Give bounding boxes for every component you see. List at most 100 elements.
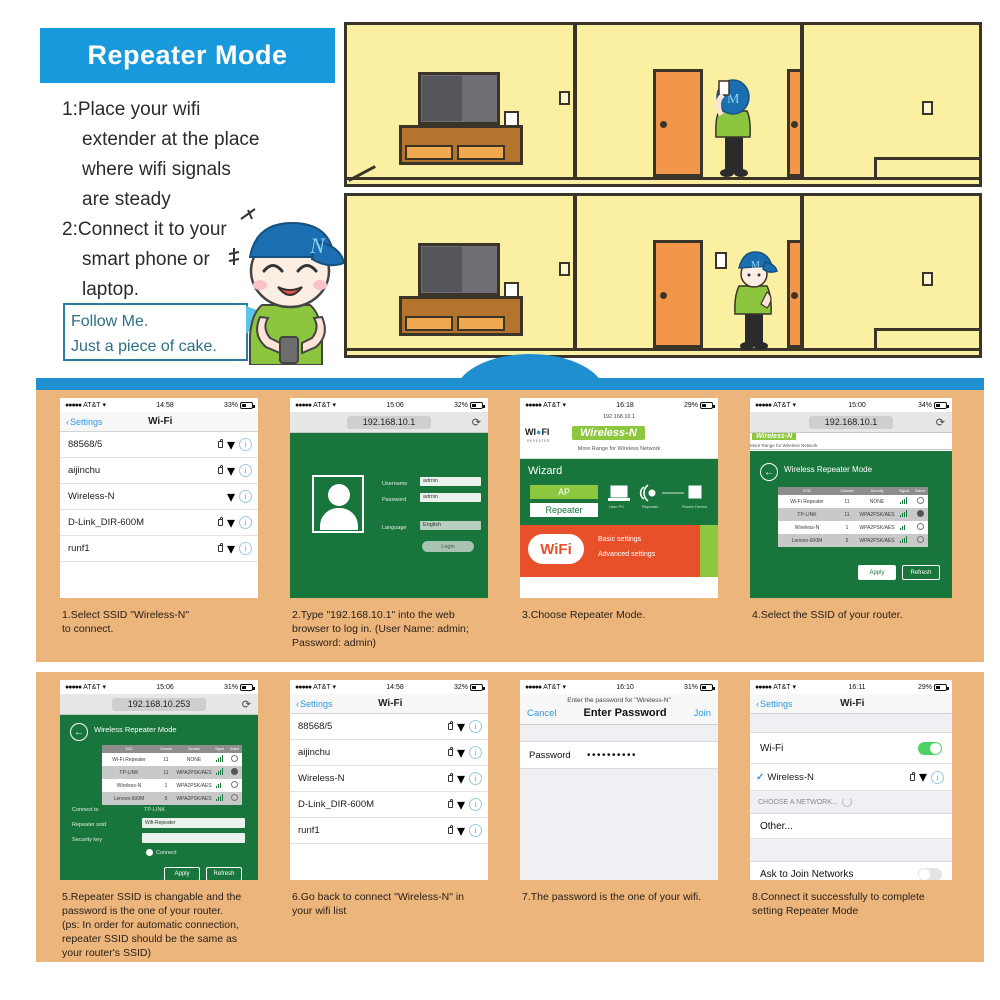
- browser-address-bar-4[interactable]: 192.168.10.1 ⟳: [750, 412, 952, 433]
- table-row[interactable]: TP-LINK 11 WPA2PSK/AES: [778, 508, 928, 521]
- clock-8: 16:11: [848, 683, 866, 691]
- info-icon[interactable]: i: [239, 542, 252, 555]
- caption-5: 5.Repeater SSID is changable and the pas…: [62, 891, 242, 959]
- url-text-2[interactable]: 192.168.10.1: [346, 415, 432, 429]
- list-item-wireless-n[interactable]: Wireless-N ▾ i: [60, 484, 258, 510]
- refresh-button-4[interactable]: Refresh: [902, 565, 940, 580]
- select-radio[interactable]: [916, 497, 924, 504]
- reload-icon[interactable]: ⟳: [936, 416, 945, 429]
- language-select[interactable]: English: [420, 521, 481, 530]
- caption-8: 8.Connect it successfully to complete se…: [752, 891, 925, 917]
- join-button-7[interactable]: Join: [694, 708, 711, 719]
- reload-icon[interactable]: ⟳: [242, 698, 251, 711]
- username-input[interactable]: admin: [420, 477, 481, 486]
- url-text-3[interactable]: 192.168.10.1: [520, 412, 718, 422]
- list-item[interactable]: D-Link_DIR-600M ▾ i: [60, 510, 258, 536]
- url-text-5[interactable]: 192.168.10.253: [111, 697, 207, 711]
- browser-address-bar-2[interactable]: 192.168.10.1 ⟳: [290, 412, 488, 433]
- apply-button-4[interactable]: Apply: [858, 565, 896, 580]
- login-button[interactable]: Login: [422, 541, 474, 552]
- advanced-settings-link[interactable]: Advanced settings: [598, 551, 655, 558]
- step-panel-8: ●●●●● AT&T ▾ 16:11 29% ‹ Settings Wi-Fi: [734, 672, 966, 962]
- apply-button-5[interactable]: Apply: [164, 867, 200, 880]
- wifi-signal-icon: ▾: [226, 488, 235, 506]
- lock-icon: [447, 721, 453, 730]
- cell-channel: 11: [163, 756, 169, 763]
- battery-icon-8: [933, 683, 949, 691]
- cancel-button-7[interactable]: Cancel: [527, 708, 557, 719]
- cell-channel: 5: [164, 795, 168, 802]
- list-item-wireless-n[interactable]: Wireless-N ▾ i: [290, 766, 488, 792]
- list-item[interactable]: runf1 ▾ i: [290, 818, 488, 844]
- table-row[interactable]: Wi-Fi Repeater 11 NONE: [778, 495, 928, 508]
- ask-to-join-toggle[interactable]: [918, 867, 942, 880]
- reload-icon[interactable]: ⟳: [472, 416, 481, 429]
- signal-dots-icon: ●●●●●: [65, 401, 82, 409]
- nav-title-8: Wi-Fi: [840, 698, 865, 709]
- info-icon[interactable]: i: [239, 516, 252, 529]
- list-item[interactable]: 88568/5 ▾ i: [60, 432, 258, 458]
- list-item[interactable]: runf1 ▾ i: [60, 536, 258, 562]
- back-to-settings-button-8[interactable]: ‹ Settings: [756, 699, 793, 709]
- mode-button-ap[interactable]: AP: [530, 485, 598, 499]
- select-radio-selected[interactable]: [231, 768, 238, 775]
- info-icon[interactable]: i: [931, 770, 944, 784]
- browser-address-bar-5[interactable]: 192.168.10.253 ⟳: [60, 694, 258, 715]
- back-arrow-icon-4[interactable]: ←: [760, 463, 778, 481]
- table-row[interactable]: Wi-Fi Repeater 11 NONE: [102, 753, 242, 766]
- ask-to-join-row[interactable]: Ask to Join Networks: [750, 861, 952, 880]
- security-key-input[interactable]: [142, 833, 245, 843]
- cell-security: WPA2PSK/AES: [859, 537, 895, 544]
- refresh-button-5[interactable]: Refresh: [206, 867, 242, 880]
- back-arrow-icon-5[interactable]: ←: [70, 723, 88, 741]
- password-field-value[interactable]: ••••••••••: [587, 750, 637, 761]
- back-to-settings-button-1[interactable]: ‹ Settings: [66, 417, 103, 427]
- info-icon[interactable]: i: [469, 720, 482, 733]
- status-bar-2: ●●●●● AT&T ▾ 15:06 32%: [290, 398, 488, 412]
- other-network-row[interactable]: Other...: [750, 813, 952, 839]
- steps-row-2: ●●●●● AT&T ▾ 15:06 31% 192.168.10.253 ⟳ …: [36, 672, 984, 962]
- battery-percent-5: 31%: [223, 683, 238, 691]
- repeater-ssid-input[interactable]: Wifi-Repeater: [142, 818, 245, 828]
- list-item[interactable]: aijinchu ▾ i: [290, 740, 488, 766]
- url-text-4[interactable]: 192.168.10.1: [808, 415, 894, 429]
- back-to-settings-button-6[interactable]: ‹ Settings: [296, 699, 333, 709]
- ssid-label: Wireless-N: [68, 491, 115, 502]
- status-bar-3: ●●●●● AT&T ▾ 16:18 29%: [520, 398, 718, 412]
- info-icon[interactable]: i: [239, 438, 252, 451]
- instruction-line-7: laptop.: [82, 279, 140, 300]
- wifi-toggle-switch[interactable]: [918, 741, 942, 755]
- table-row[interactable]: TP-LINK 11 WPA2PSK/AES: [102, 766, 242, 779]
- ssid-label: 88568/5: [68, 439, 103, 450]
- dialog-title-7: Enter Password: [583, 707, 667, 719]
- info-icon[interactable]: i: [239, 464, 252, 477]
- list-item[interactable]: D-Link_DIR-600M ▾ i: [290, 792, 488, 818]
- info-icon[interactable]: i: [469, 772, 482, 785]
- step-panel-7: ●●●●● AT&T ▾ 16:10 31% Enter the passwor…: [504, 672, 732, 962]
- cell-ssid: TP-LINK: [797, 511, 817, 518]
- connected-network-row[interactable]: ✓ Wireless-N ▾ i: [750, 764, 952, 791]
- check-icon: ✓: [756, 771, 765, 783]
- info-icon[interactable]: i: [469, 798, 482, 811]
- select-radio[interactable]: [231, 755, 238, 762]
- table-row[interactable]: Lenovo-600M 5 WPA2PSK/AES: [102, 792, 242, 805]
- info-icon[interactable]: i: [239, 490, 252, 503]
- table-row[interactable]: Wireless-N 1 WPA2PSK/AES: [778, 521, 928, 534]
- info-icon[interactable]: i: [469, 824, 482, 837]
- mode-button-repeater[interactable]: Repeater: [530, 503, 598, 517]
- select-radio[interactable]: [916, 523, 924, 530]
- select-radio-selected[interactable]: [916, 510, 924, 517]
- password-input[interactable]: admin: [420, 493, 481, 502]
- basic-settings-link[interactable]: Basic settings: [598, 536, 641, 543]
- table-row[interactable]: Wireless-N 1 WPA2PSK/AES: [102, 779, 242, 792]
- select-radio[interactable]: [231, 781, 238, 788]
- table-row[interactable]: Lenovo-600M 5 WPA2PSK/AES: [778, 534, 928, 547]
- cell-security: WPA2PSK/AES: [859, 511, 895, 518]
- info-icon[interactable]: i: [469, 746, 482, 759]
- list-item[interactable]: 88568/5 ▾ i: [290, 714, 488, 740]
- select-radio[interactable]: [916, 536, 924, 543]
- select-radio[interactable]: [231, 794, 238, 801]
- connect-checkbox[interactable]: [146, 849, 153, 856]
- list-item[interactable]: aijinchu ▾ i: [60, 458, 258, 484]
- person-front-view-illustration: M: [734, 251, 778, 350]
